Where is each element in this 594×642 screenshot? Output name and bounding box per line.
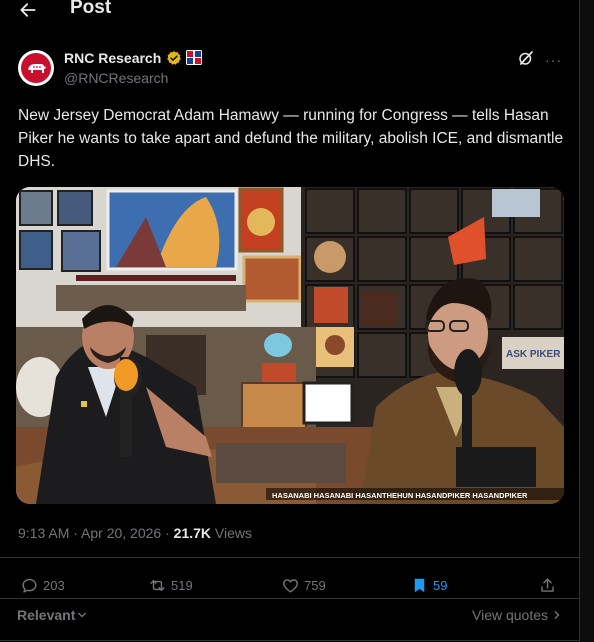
post-timestamp: 9:13 AM · Apr 20, 2026 · 21.7K Views (18, 525, 252, 541)
affiliation-badge[interactable] (186, 50, 202, 65)
page-title: Post (70, 0, 112, 18)
back-arrow-icon[interactable] (18, 0, 38, 20)
verified-badge-icon (167, 51, 181, 65)
video-frame: ASK PIKER HASANABI HASANABI HASANTHEHUN … (16, 187, 564, 504)
divider (0, 640, 579, 641)
reply-sort-label: Relevant (17, 607, 76, 623)
like-icon (283, 578, 298, 593)
share-icon (541, 577, 554, 592)
repost-count: 519 (171, 577, 193, 593)
chevron-right-icon (554, 611, 560, 619)
reply-button[interactable]: 203 (20, 574, 65, 596)
top-bar: Post (0, 0, 580, 22)
chevron-down-icon (78, 612, 87, 618)
bookmark-icon (414, 578, 425, 592)
author-name[interactable]: RNC Research (64, 50, 161, 66)
bookmark-count: 59 (433, 577, 448, 593)
repost-button[interactable]: 519 (148, 574, 193, 596)
views-label: Views (211, 525, 252, 541)
divider (0, 557, 579, 558)
grok-icon[interactable] (517, 49, 535, 67)
divider (0, 598, 579, 599)
post-time[interactable]: 9:13 AM · Apr 20, 2026 · (18, 525, 174, 541)
author-avatar[interactable] (18, 50, 54, 86)
video-watermark: HASANABI HASANABI HASANTHEHUN HASANDPIKE… (272, 491, 528, 500)
tweet-text: New Jersey Democrat Adam Hamawy — runnin… (18, 107, 564, 170)
reply-sort-dropdown[interactable]: Relevant (17, 607, 87, 623)
like-count: 759 (304, 577, 326, 593)
scrollbar-track[interactable] (579, 0, 594, 642)
view-quotes-label: View quotes (472, 607, 549, 623)
author-handle[interactable]: @RNCResearch (64, 70, 168, 86)
more-icon[interactable]: ··· (545, 52, 562, 68)
views-count: 21.7K (173, 525, 212, 541)
reply-icon (22, 578, 37, 593)
rnc-logo (21, 53, 51, 83)
tweet-video[interactable]: ASK PIKER HASANABI HASANABI HASANTHEHUN … (16, 187, 564, 504)
repost-icon (150, 579, 165, 591)
like-button[interactable]: 759 (281, 574, 326, 596)
wall-sign-text: ASK PIKER (506, 349, 561, 360)
reply-count: 203 (43, 577, 65, 593)
share-button[interactable] (538, 574, 557, 596)
bookmark-button[interactable]: 59 (410, 574, 447, 596)
view-quotes-link[interactable]: View quotes (472, 607, 561, 623)
